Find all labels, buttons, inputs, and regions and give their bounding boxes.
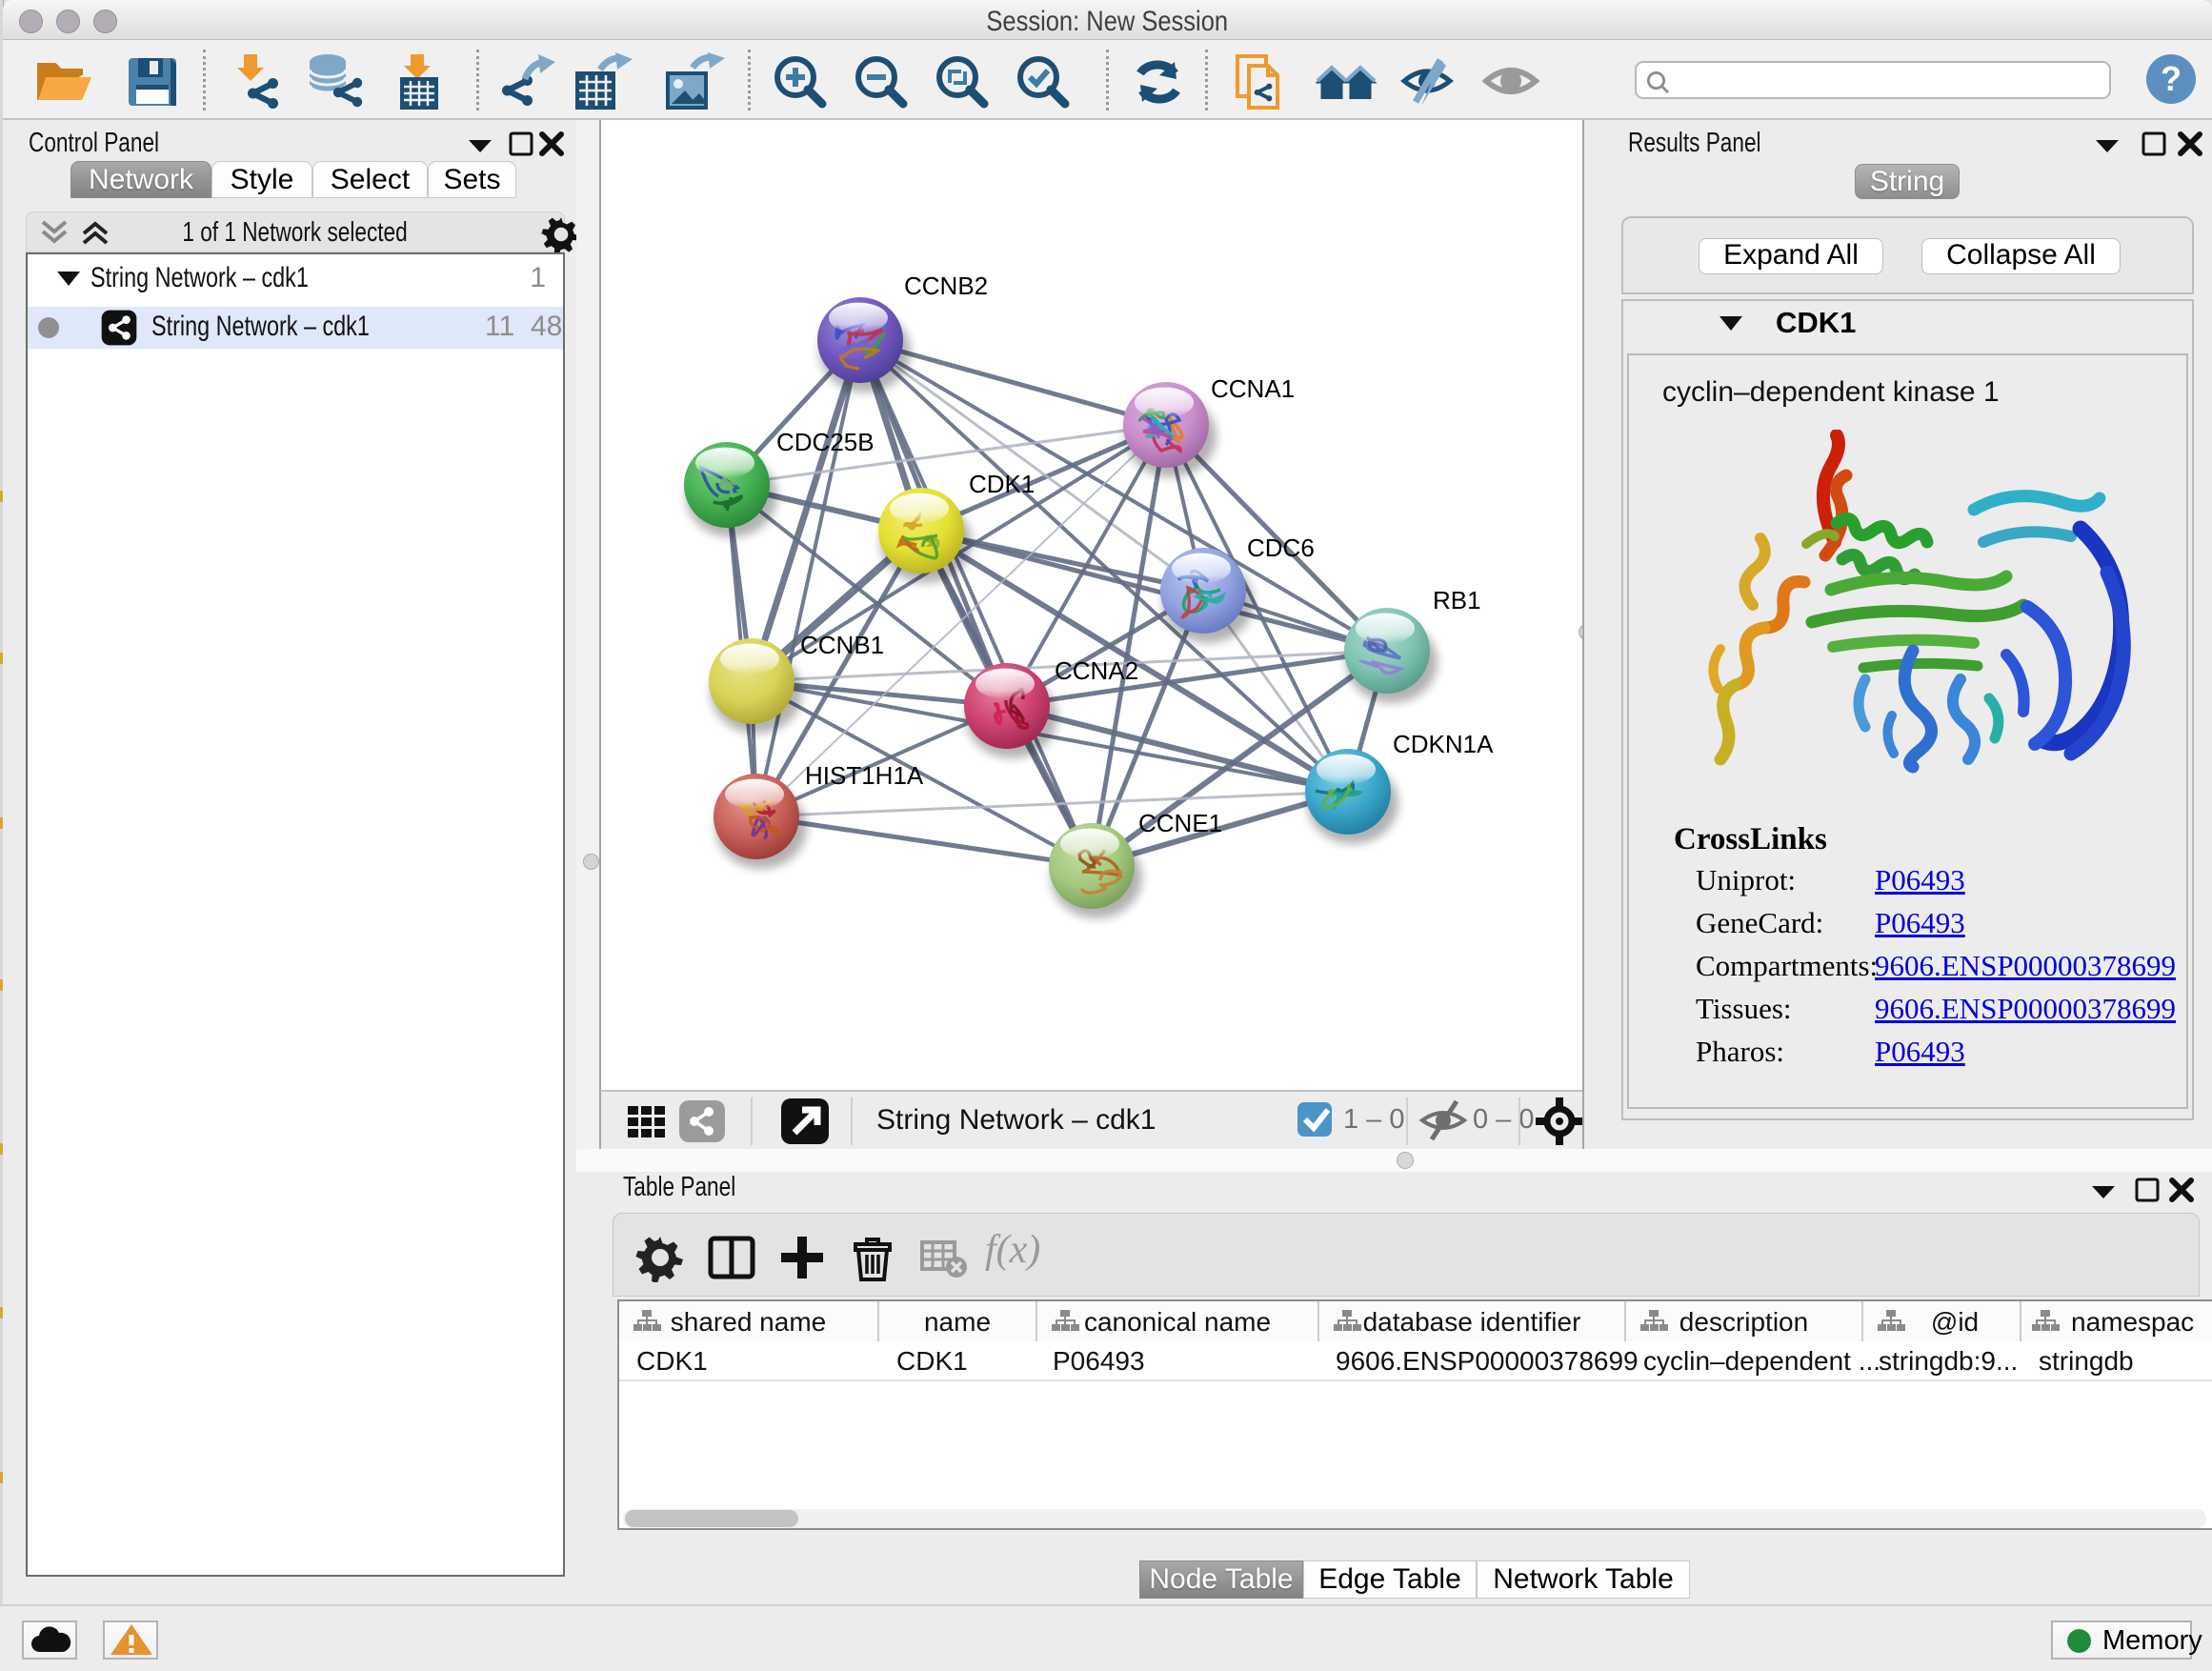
svg-text:CDK1: CDK1 <box>969 470 1035 498</box>
svg-text:CCNA2: CCNA2 <box>1055 656 1138 685</box>
svg-text:CCNB1: CCNB1 <box>800 631 884 659</box>
svg-text:?: ? <box>2161 59 2182 98</box>
svg-text:CCNA1: CCNA1 <box>1211 374 1295 403</box>
svg-text:HIST1H1A: HIST1H1A <box>805 761 924 790</box>
svg-text:RB1: RB1 <box>1433 586 1481 614</box>
svg-text:CDC25B: CDC25B <box>776 428 875 456</box>
svg-text:CCNB2: CCNB2 <box>904 272 988 300</box>
svg-text:CCNE1: CCNE1 <box>1138 809 1222 837</box>
svg-text:CDC6: CDC6 <box>1247 534 1315 562</box>
svg-text:CDKN1A: CDKN1A <box>1393 730 1494 758</box>
